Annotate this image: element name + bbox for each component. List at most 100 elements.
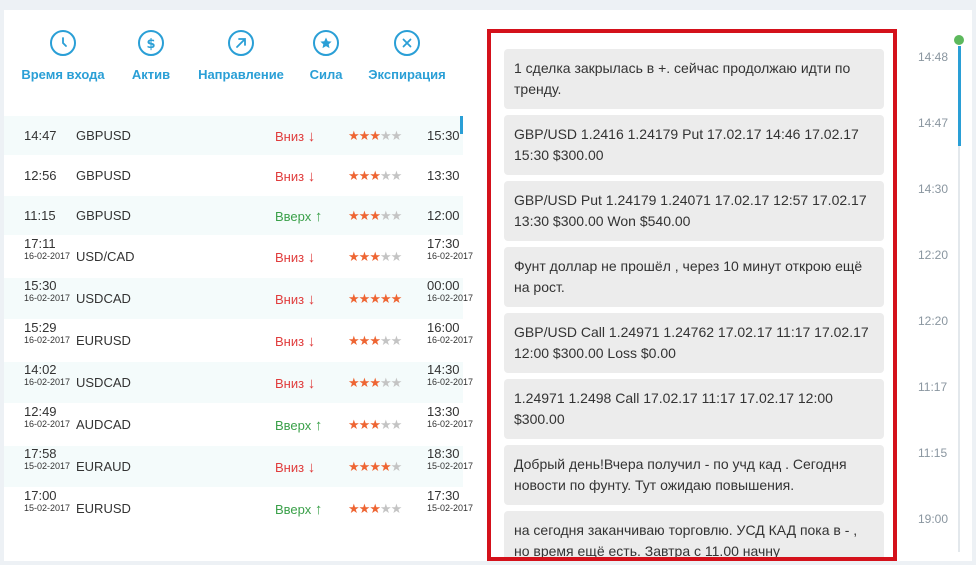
timeline-timestamp: 11:17 bbox=[918, 380, 948, 394]
entry-time: 11:15 bbox=[24, 208, 56, 223]
star-icon: ★ bbox=[390, 459, 403, 474]
timeline-timestamp: 11:15 bbox=[918, 446, 948, 460]
column-label: Экспирация bbox=[368, 67, 446, 82]
expiration-time: 17:30 16-02-2017 bbox=[427, 236, 474, 261]
star-icon: ★ bbox=[390, 168, 403, 183]
star-icon: ★ bbox=[390, 291, 403, 306]
entry-time: 14:47 bbox=[24, 128, 57, 143]
entry-time: 12:56 bbox=[24, 168, 57, 183]
direction: Вверх ↑ bbox=[275, 208, 323, 225]
timeline-scrollbar[interactable] bbox=[958, 46, 961, 146]
column-header-asset[interactable]: $ Актив bbox=[128, 30, 174, 90]
column-header-direction[interactable]: Направление bbox=[196, 30, 286, 90]
star-icon: ★ bbox=[348, 291, 360, 306]
chat-message: 1 сделка закрылась в +. сейчас продолжаю… bbox=[504, 49, 884, 109]
star-icon: ★ bbox=[379, 417, 392, 432]
table-row[interactable]: 17:00 15-02-2017 EURUSD Вверх ↑ ★★★★★ 17:30 15… bbox=[4, 488, 473, 530]
asset-name: EURUSD bbox=[76, 501, 131, 516]
chat-message: 1.24971 1.2498 Call 17.02.17 11:17 17.02… bbox=[504, 379, 884, 439]
star-icon: ★ bbox=[390, 417, 403, 432]
arrow-down-icon: ↓ bbox=[307, 128, 316, 145]
column-header-entry-time[interactable]: Время входа bbox=[20, 30, 106, 90]
star-icon: ★ bbox=[348, 459, 360, 474]
expiration-time: 14:30 16-02-2017 bbox=[427, 362, 474, 387]
arrow-up-icon: ↑ bbox=[314, 208, 323, 225]
table-row[interactable]: 15:29 16-02-2017 EURUSD Вниз ↓ ★★★★★ 16:00 16-… bbox=[4, 320, 473, 362]
direction: Вниз ↓ bbox=[275, 168, 316, 185]
x-icon bbox=[394, 30, 420, 56]
star-icon: ★ bbox=[358, 459, 371, 474]
chat-message: Фунт доллар не прошёл , через 10 минут о… bbox=[504, 247, 884, 307]
timeline-timestamp: 14:47 bbox=[918, 116, 949, 130]
chat-message: GBP/USD 1.2416 1.24179 Put 17.02.17 14:4… bbox=[504, 115, 884, 175]
strength-rating: ★★★★★ bbox=[348, 333, 402, 349]
asset-name: GBPUSD bbox=[76, 128, 131, 143]
expiration-time: 00:00 16-02-2017 bbox=[427, 278, 474, 303]
chat-panel: 1 сделка закрылась в +. сейчас продолжаю… bbox=[487, 29, 897, 561]
star-icon: ★ bbox=[358, 168, 371, 183]
dollar-icon: $ bbox=[138, 30, 164, 56]
star-icon: ★ bbox=[348, 208, 360, 223]
strength-rating: ★★★★★ bbox=[348, 291, 403, 307]
direction: Вниз ↓ bbox=[275, 375, 316, 392]
direction: Вверх ↑ bbox=[275, 501, 323, 518]
star-icon: ★ bbox=[369, 208, 381, 223]
strength-rating: ★★★★★ bbox=[348, 249, 402, 265]
star-icon: ★ bbox=[348, 333, 360, 348]
arrow-down-icon: ↓ bbox=[307, 249, 316, 266]
asset-name: GBPUSD bbox=[76, 168, 131, 183]
star-icon: ★ bbox=[369, 417, 381, 432]
star-icon bbox=[313, 30, 339, 56]
star-icon: ★ bbox=[379, 249, 392, 264]
table-scrollbar[interactable] bbox=[460, 116, 463, 134]
table-row[interactable]: 12:49 16-02-2017 AUDCAD Вверх ↑ ★★★★★ 13:30 16… bbox=[4, 404, 473, 446]
star-icon: ★ bbox=[358, 249, 371, 264]
star-icon: ★ bbox=[369, 128, 381, 143]
direction: Вниз ↓ bbox=[275, 291, 316, 308]
table-row[interactable]: 17:58 15-02-2017 EURAUD Вниз ↓ ★★★★★ 18:30 15-… bbox=[4, 446, 473, 488]
column-header-expiration[interactable]: Экспирация bbox=[366, 30, 448, 90]
chat-message: GBP/USD Put 1.24179 1.24071 17.02.17 12:… bbox=[504, 181, 884, 241]
star-icon: ★ bbox=[379, 333, 392, 348]
star-icon: ★ bbox=[358, 501, 371, 516]
arrow-down-icon: ↓ bbox=[307, 375, 316, 392]
chat-message: Добрый день!Вчера получил - по учд кад .… bbox=[504, 445, 884, 505]
star-icon: ★ bbox=[358, 208, 371, 223]
direction: Вниз ↓ bbox=[275, 333, 316, 350]
star-icon: ★ bbox=[369, 333, 381, 348]
asset-name: USD/CAD bbox=[76, 249, 135, 264]
svg-text:$: $ bbox=[146, 37, 155, 51]
arrow-down-icon: ↓ bbox=[307, 459, 316, 476]
star-icon: ★ bbox=[348, 128, 360, 143]
star-icon: ★ bbox=[379, 459, 392, 474]
star-icon: ★ bbox=[369, 501, 381, 516]
timeline-timestamp: 12:20 bbox=[918, 248, 949, 262]
chat-message: на сегодня заканчиваю торговлю. УСД КАД … bbox=[504, 511, 884, 557]
column-label: Направление bbox=[198, 67, 284, 82]
table-row[interactable]: 12:56 GBPUSD Вниз ↓ ★★★★★ 13:30 bbox=[4, 156, 463, 196]
table-row[interactable]: 17:11 16-02-2017 USD/CAD Вниз ↓ ★★★★★ 17:30 16… bbox=[4, 236, 473, 278]
star-icon: ★ bbox=[358, 291, 371, 306]
star-icon: ★ bbox=[348, 501, 360, 516]
expiration-time: 12:00 bbox=[427, 208, 460, 223]
table-row[interactable]: 14:02 16-02-2017 USDCAD Вниз ↓ ★★★★★ 14:30 16-… bbox=[4, 362, 473, 404]
table-row[interactable]: 15:30 16-02-2017 USDCAD Вниз ↓ ★★★★★ 00:00 16-… bbox=[4, 278, 473, 320]
direction: Вниз ↓ bbox=[275, 128, 316, 145]
expiration-time: 16:00 16-02-2017 bbox=[427, 320, 474, 345]
column-header-strength[interactable]: Сила bbox=[306, 30, 346, 90]
expiration-time: 15:30 bbox=[427, 128, 460, 143]
table-row[interactable]: 11:15 GBPUSD Вверх ↑ ★★★★★ 12:00 bbox=[4, 196, 463, 236]
asset-name: GBPUSD bbox=[76, 208, 131, 223]
star-icon: ★ bbox=[379, 291, 392, 306]
star-icon: ★ bbox=[390, 375, 403, 390]
strength-rating: ★★★★★ bbox=[348, 168, 403, 184]
expiration-time: 13:30 16-02-2017 bbox=[427, 404, 474, 429]
table-row[interactable]: 14:47 GBPUSD Вниз ↓ ★★★★★ 15:30 bbox=[4, 116, 463, 156]
star-icon: ★ bbox=[379, 501, 392, 516]
arrow-down-icon: ↓ bbox=[307, 168, 316, 185]
asset-name: EURUSD bbox=[76, 333, 131, 348]
star-icon: ★ bbox=[369, 168, 381, 183]
clock-icon bbox=[50, 30, 76, 56]
star-icon: ★ bbox=[369, 459, 381, 474]
entry-time: 15:30 16-02-2017 bbox=[24, 278, 71, 303]
